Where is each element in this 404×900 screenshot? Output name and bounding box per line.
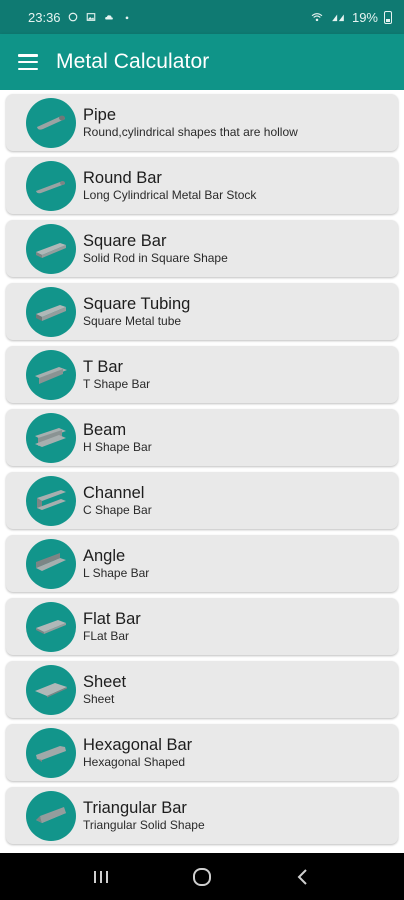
item-title: Triangular Bar	[83, 798, 187, 817]
list-item-t-bar[interactable]: T Bar T Shape Bar	[6, 346, 398, 403]
app-title: Metal Calculator	[56, 50, 210, 73]
status-time: 23:36	[28, 9, 61, 25]
whatsapp-icon	[68, 12, 77, 22]
pipe-icon	[26, 97, 76, 148]
item-title: Square Bar	[83, 231, 167, 250]
triangular-bar-icon	[26, 790, 76, 841]
item-title: Flat Bar	[83, 609, 141, 628]
angle-icon	[26, 538, 76, 589]
status-left: 23:36	[28, 10, 133, 25]
item-subtitle: Triangular Solid Shape	[83, 817, 205, 832]
wifi-icon	[311, 13, 323, 22]
item-subtitle: Round,cylindrical shapes that are hollow	[83, 124, 298, 139]
item-subtitle: Square Metal tube	[83, 313, 182, 328]
list-item-flat-bar[interactable]: Flat Bar FLat Bar	[6, 598, 398, 655]
menu-icon[interactable]	[18, 54, 38, 70]
item-subtitle: Solid Rod in Square Shape	[83, 250, 228, 265]
item-title: Pipe	[83, 105, 117, 124]
item-subtitle: Sheet	[83, 691, 115, 706]
item-title: Square Tubing	[83, 294, 191, 313]
round-bar-icon	[26, 160, 76, 211]
t-bar-icon	[26, 349, 76, 400]
hexagonal-bar-icon	[26, 727, 76, 778]
home-icon[interactable]	[182, 857, 222, 897]
signal-icon	[332, 14, 344, 22]
list-item-angle[interactable]: Angle L Shape Bar	[6, 535, 398, 592]
list-item-round-bar[interactable]: Round Bar Long Cylindrical Metal Bar Sto…	[6, 157, 398, 214]
battery-percent: 19%	[351, 9, 378, 25]
list-item-channel[interactable]: Channel C Shape Bar	[6, 472, 398, 529]
list-item-square-tubing[interactable]: Square Tubing Square Metal tube	[6, 283, 398, 340]
item-title: Angle	[83, 546, 126, 565]
list-item-triangular-bar[interactable]: Triangular Bar Triangular Solid Shape	[6, 787, 398, 844]
battery-icon	[384, 10, 392, 24]
gallery-icon	[86, 13, 95, 21]
item-title: T Bar	[83, 357, 124, 376]
cloud-icon	[104, 15, 113, 20]
dot-icon	[125, 16, 128, 20]
app-bar: Metal Calculator	[0, 34, 404, 90]
item-title: Round Bar	[83, 168, 162, 187]
square-tubing-icon	[26, 286, 76, 337]
item-title: Channel	[83, 483, 145, 502]
item-subtitle: C Shape Bar	[83, 502, 152, 517]
item-subtitle: L Shape Bar	[83, 565, 150, 580]
item-subtitle: H Shape Bar	[83, 439, 152, 454]
status-right: 19%	[310, 10, 392, 25]
list-item-hexagonal-bar[interactable]: Hexagonal Bar Hexagonal Shaped	[6, 724, 398, 781]
channel-icon	[26, 475, 76, 526]
beam-icon	[26, 412, 76, 463]
sheet-icon	[26, 664, 76, 715]
metal-type-list: Pipe Round,cylindrical shapes that are h…	[0, 90, 404, 853]
status-bar: 23:36 19%	[0, 0, 404, 34]
square-bar-icon	[26, 223, 76, 274]
list-item-square-bar[interactable]: Square Bar Solid Rod in Square Shape	[6, 220, 398, 277]
item-title: Sheet	[83, 672, 127, 691]
flat-bar-icon	[26, 601, 76, 652]
item-subtitle: Long Cylindrical Metal Bar Stock	[83, 187, 257, 202]
item-subtitle: Hexagonal Shaped	[83, 754, 186, 769]
back-icon[interactable]	[283, 857, 323, 897]
item-title: Hexagonal Bar	[83, 735, 193, 754]
item-subtitle: FLat Bar	[83, 628, 130, 643]
recents-icon[interactable]	[81, 857, 121, 897]
list-item-beam[interactable]: Beam H Shape Bar	[6, 409, 398, 466]
system-nav-bar	[0, 853, 404, 900]
item-title: Beam	[83, 420, 127, 439]
list-item-sheet[interactable]: Sheet Sheet	[6, 661, 398, 718]
item-subtitle: T Shape Bar	[83, 376, 151, 391]
list-item-pipe[interactable]: Pipe Round,cylindrical shapes that are h…	[6, 94, 398, 151]
